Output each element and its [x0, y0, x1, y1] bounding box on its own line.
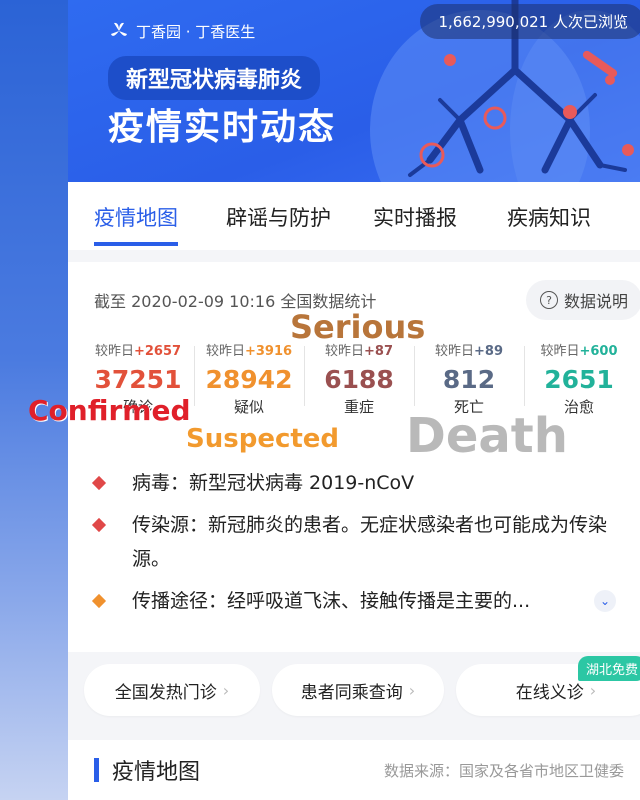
annotation-confirmed: Confirmed	[28, 394, 191, 427]
co-passenger-query-button[interactable]: 患者同乘查询 ›	[272, 664, 444, 716]
stat-delta: 较昨日+600	[540, 344, 618, 359]
chevron-right-icon: ›	[589, 680, 597, 700]
data-explanation-button[interactable]: ? 数据说明	[525, 280, 640, 320]
stat-value: 37251	[94, 365, 182, 394]
info-transmission[interactable]: 传播途径：经呼吸道飞沫、接触传播是主要的... ⌄	[91, 584, 616, 618]
stat-delta: 较昨日+3916	[205, 344, 293, 359]
tab-disease-knowledge[interactable]: 疾病知识	[507, 182, 591, 232]
info-virus: 病毒：新型冠状病毒 2019-nCoV	[91, 466, 614, 500]
stat-serious: 较昨日+87 6188 重症	[304, 340, 414, 417]
stat-label: 重症	[343, 398, 374, 416]
brand-row: 丁香园 · 丁香医生	[108, 20, 255, 42]
hubei-free-badge: 湖北免费	[577, 656, 640, 681]
chevron-down-icon[interactable]: ⌄	[594, 590, 616, 612]
stat-value: 28942	[205, 365, 293, 394]
stat-cured: 较昨日+600 2651 治愈	[524, 340, 634, 417]
info-text: 传播途径：经呼吸道飞沫、接触传播是主要的...	[132, 590, 531, 612]
tab-epidemic-map[interactable]: 疫情地图	[94, 182, 178, 246]
online-consult-label: 在线义诊	[515, 682, 584, 703]
stat-delta: 较昨日+89	[435, 344, 503, 359]
co-passenger-label: 患者同乘查询	[300, 682, 403, 703]
online-consult-button[interactable]: 在线义诊 › 湖北免费	[456, 656, 640, 716]
chevron-right-icon: ›	[408, 680, 416, 700]
stat-value: 812	[442, 365, 496, 394]
fever-clinic-button[interactable]: 全国发热门诊 ›	[84, 664, 260, 716]
tab-rumors-protection[interactable]: 辟谣与防护	[226, 182, 331, 232]
dxy-logo-icon	[111, 22, 127, 36]
map-section-header: 疫情地图 数据来源：国家及各省市地区卫健委	[68, 740, 640, 800]
banner-subtitle: 新型冠状病毒肺炎	[108, 56, 321, 100]
fever-clinic-label: 全国发热门诊	[114, 682, 217, 703]
section-accent-bar	[94, 758, 99, 782]
stat-suspected: 较昨日+3916 28942 疑似	[194, 340, 304, 417]
stat-delta: 较昨日+2657	[94, 344, 182, 359]
tab-bar: 疫情地图 辟谣与防护 实时播报 疾病知识	[68, 182, 640, 250]
question-icon: ?	[539, 291, 558, 309]
annotation-suspected: Suspected	[186, 424, 340, 454]
service-button-row: 全国发热门诊 › 患者同乘查询 › 在线义诊 › 湖北免费	[68, 652, 640, 740]
chevron-right-icon: ›	[222, 680, 230, 700]
stat-value: 2651	[544, 365, 614, 394]
stat-value: 6188	[324, 365, 394, 394]
tab-live-updates[interactable]: 实时播报	[373, 182, 457, 232]
stat-death: 较昨日+89 812 死亡	[414, 340, 524, 417]
data-explanation-label: 数据说明	[563, 292, 628, 311]
app-page: 丁香园 · 丁香医生 新型冠状病毒肺炎 疫情实时动态 1,662,990,021…	[28, 0, 640, 800]
view-count-badge: 1,662,990,021 人次已浏览	[420, 4, 640, 39]
annotation-serious: Serious	[290, 308, 426, 346]
brand-name: 丁香园 · 丁香医生	[136, 22, 256, 41]
stat-label: 疑似	[233, 398, 264, 416]
info-source: 传染源：新冠肺炎的患者。无症状感染者也可能成为传染源。	[91, 508, 614, 576]
data-source-text: 数据来源：国家及各省市地区卫健委	[383, 762, 624, 780]
annotation-death: Death	[406, 408, 568, 464]
section-title: 疫情地图	[112, 760, 201, 785]
header-banner: 丁香园 · 丁香医生 新型冠状病毒肺炎 疫情实时动态 1,662,990,021…	[68, 0, 640, 182]
info-text: 病毒：新型冠状病毒 2019-nCoV	[132, 472, 415, 494]
info-text: 传染源：新冠肺炎的患者。无症状感染者也可能成为传染源。	[132, 514, 608, 570]
banner-title: 疫情实时动态	[108, 107, 337, 148]
